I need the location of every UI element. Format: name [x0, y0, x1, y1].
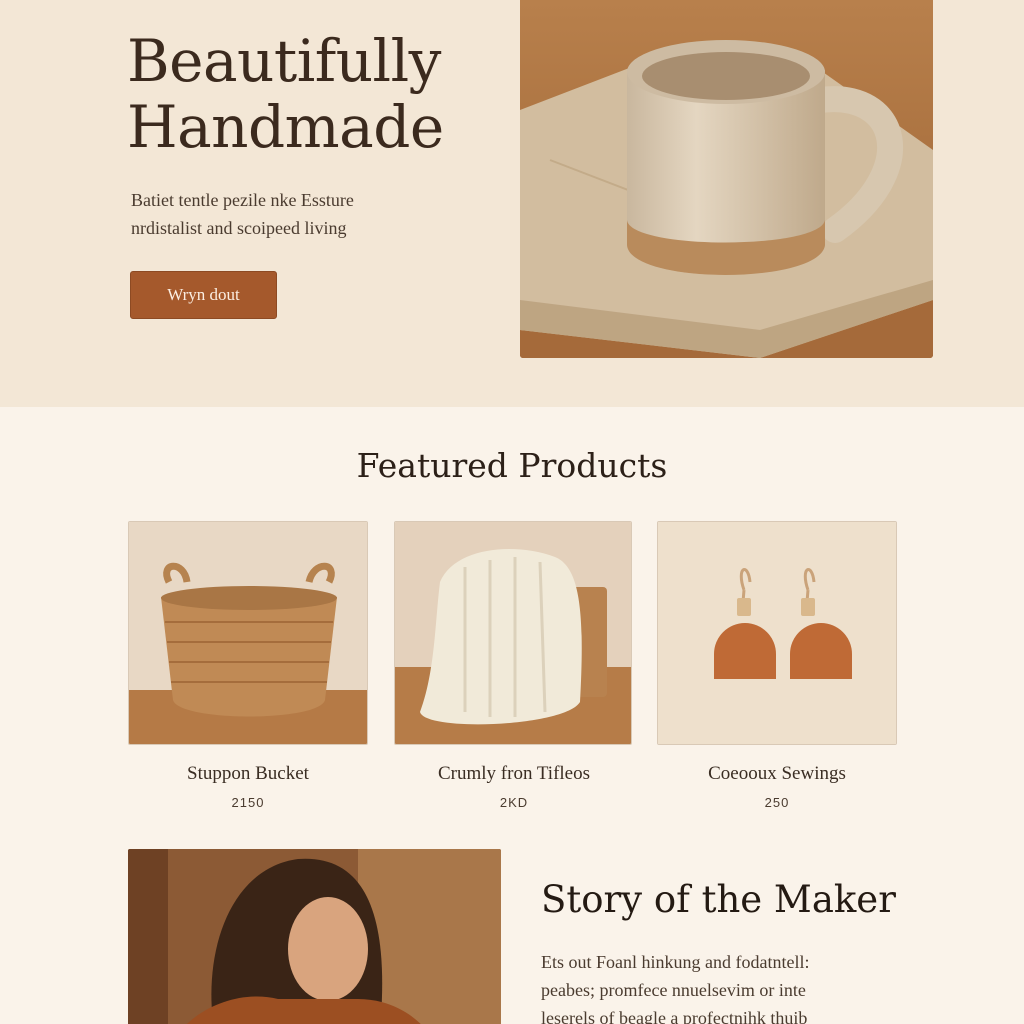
- story-body: Ets out Foanl hinkung and fodatntell: pe…: [541, 948, 871, 1024]
- product-card[interactable]: Crumly fron Tifleos 2KD: [394, 521, 634, 810]
- product-price: 2150: [231, 795, 265, 810]
- maker-portrait-icon: [128, 849, 501, 1024]
- product-card[interactable]: Stuppon Bucket 2150: [128, 521, 368, 810]
- product-price: 2KD: [499, 795, 529, 810]
- hero-subtitle: Batiet tentle pezile nke Essture nrdista…: [131, 186, 431, 242]
- mug-image: [520, 0, 933, 358]
- story-body-line3: leserels of beagle a profectnihk thuib: [541, 1008, 808, 1024]
- knit-throw-icon: [395, 522, 631, 744]
- hero-cta-button[interactable]: Wryn dout: [130, 271, 277, 319]
- product-price: 250: [764, 795, 790, 810]
- hero-subtitle-line2: nrdistalist and scoipeed living: [131, 218, 347, 238]
- hero-section: Beautifully Handmade Batiet tentle pezil…: [0, 0, 1024, 407]
- featured-heading: Featured Products: [356, 446, 668, 485]
- product-name[interactable]: Stuppon Bucket: [128, 763, 368, 785]
- hero-title: Beautifully Handmade: [127, 28, 444, 160]
- story-heading: Story of the Maker: [541, 878, 896, 921]
- product-name[interactable]: Crumly fron Tifleos: [394, 763, 634, 785]
- maker-image: [128, 849, 501, 1024]
- clay-earrings-icon: [658, 522, 896, 744]
- product-image[interactable]: [657, 521, 897, 745]
- hero-subtitle-line1: Batiet tentle pezile nke Essture: [131, 190, 354, 210]
- woven-basket-icon: [129, 522, 367, 744]
- story-body-line1: Ets out Foanl hinkung and fodatntell:: [541, 952, 810, 972]
- story-body-line2: peabes; promfece nnuelsevim or inte: [541, 980, 806, 1000]
- product-image[interactable]: [128, 521, 368, 745]
- hero-title-line2: Handmade: [127, 93, 444, 161]
- hero-title-line1: Beautifully: [127, 27, 441, 95]
- ceramic-mug-icon: [520, 0, 933, 358]
- product-image[interactable]: [394, 521, 632, 745]
- product-card[interactable]: Coeooux Sewings 250: [657, 521, 897, 810]
- product-name[interactable]: Coeooux Sewings: [657, 763, 897, 785]
